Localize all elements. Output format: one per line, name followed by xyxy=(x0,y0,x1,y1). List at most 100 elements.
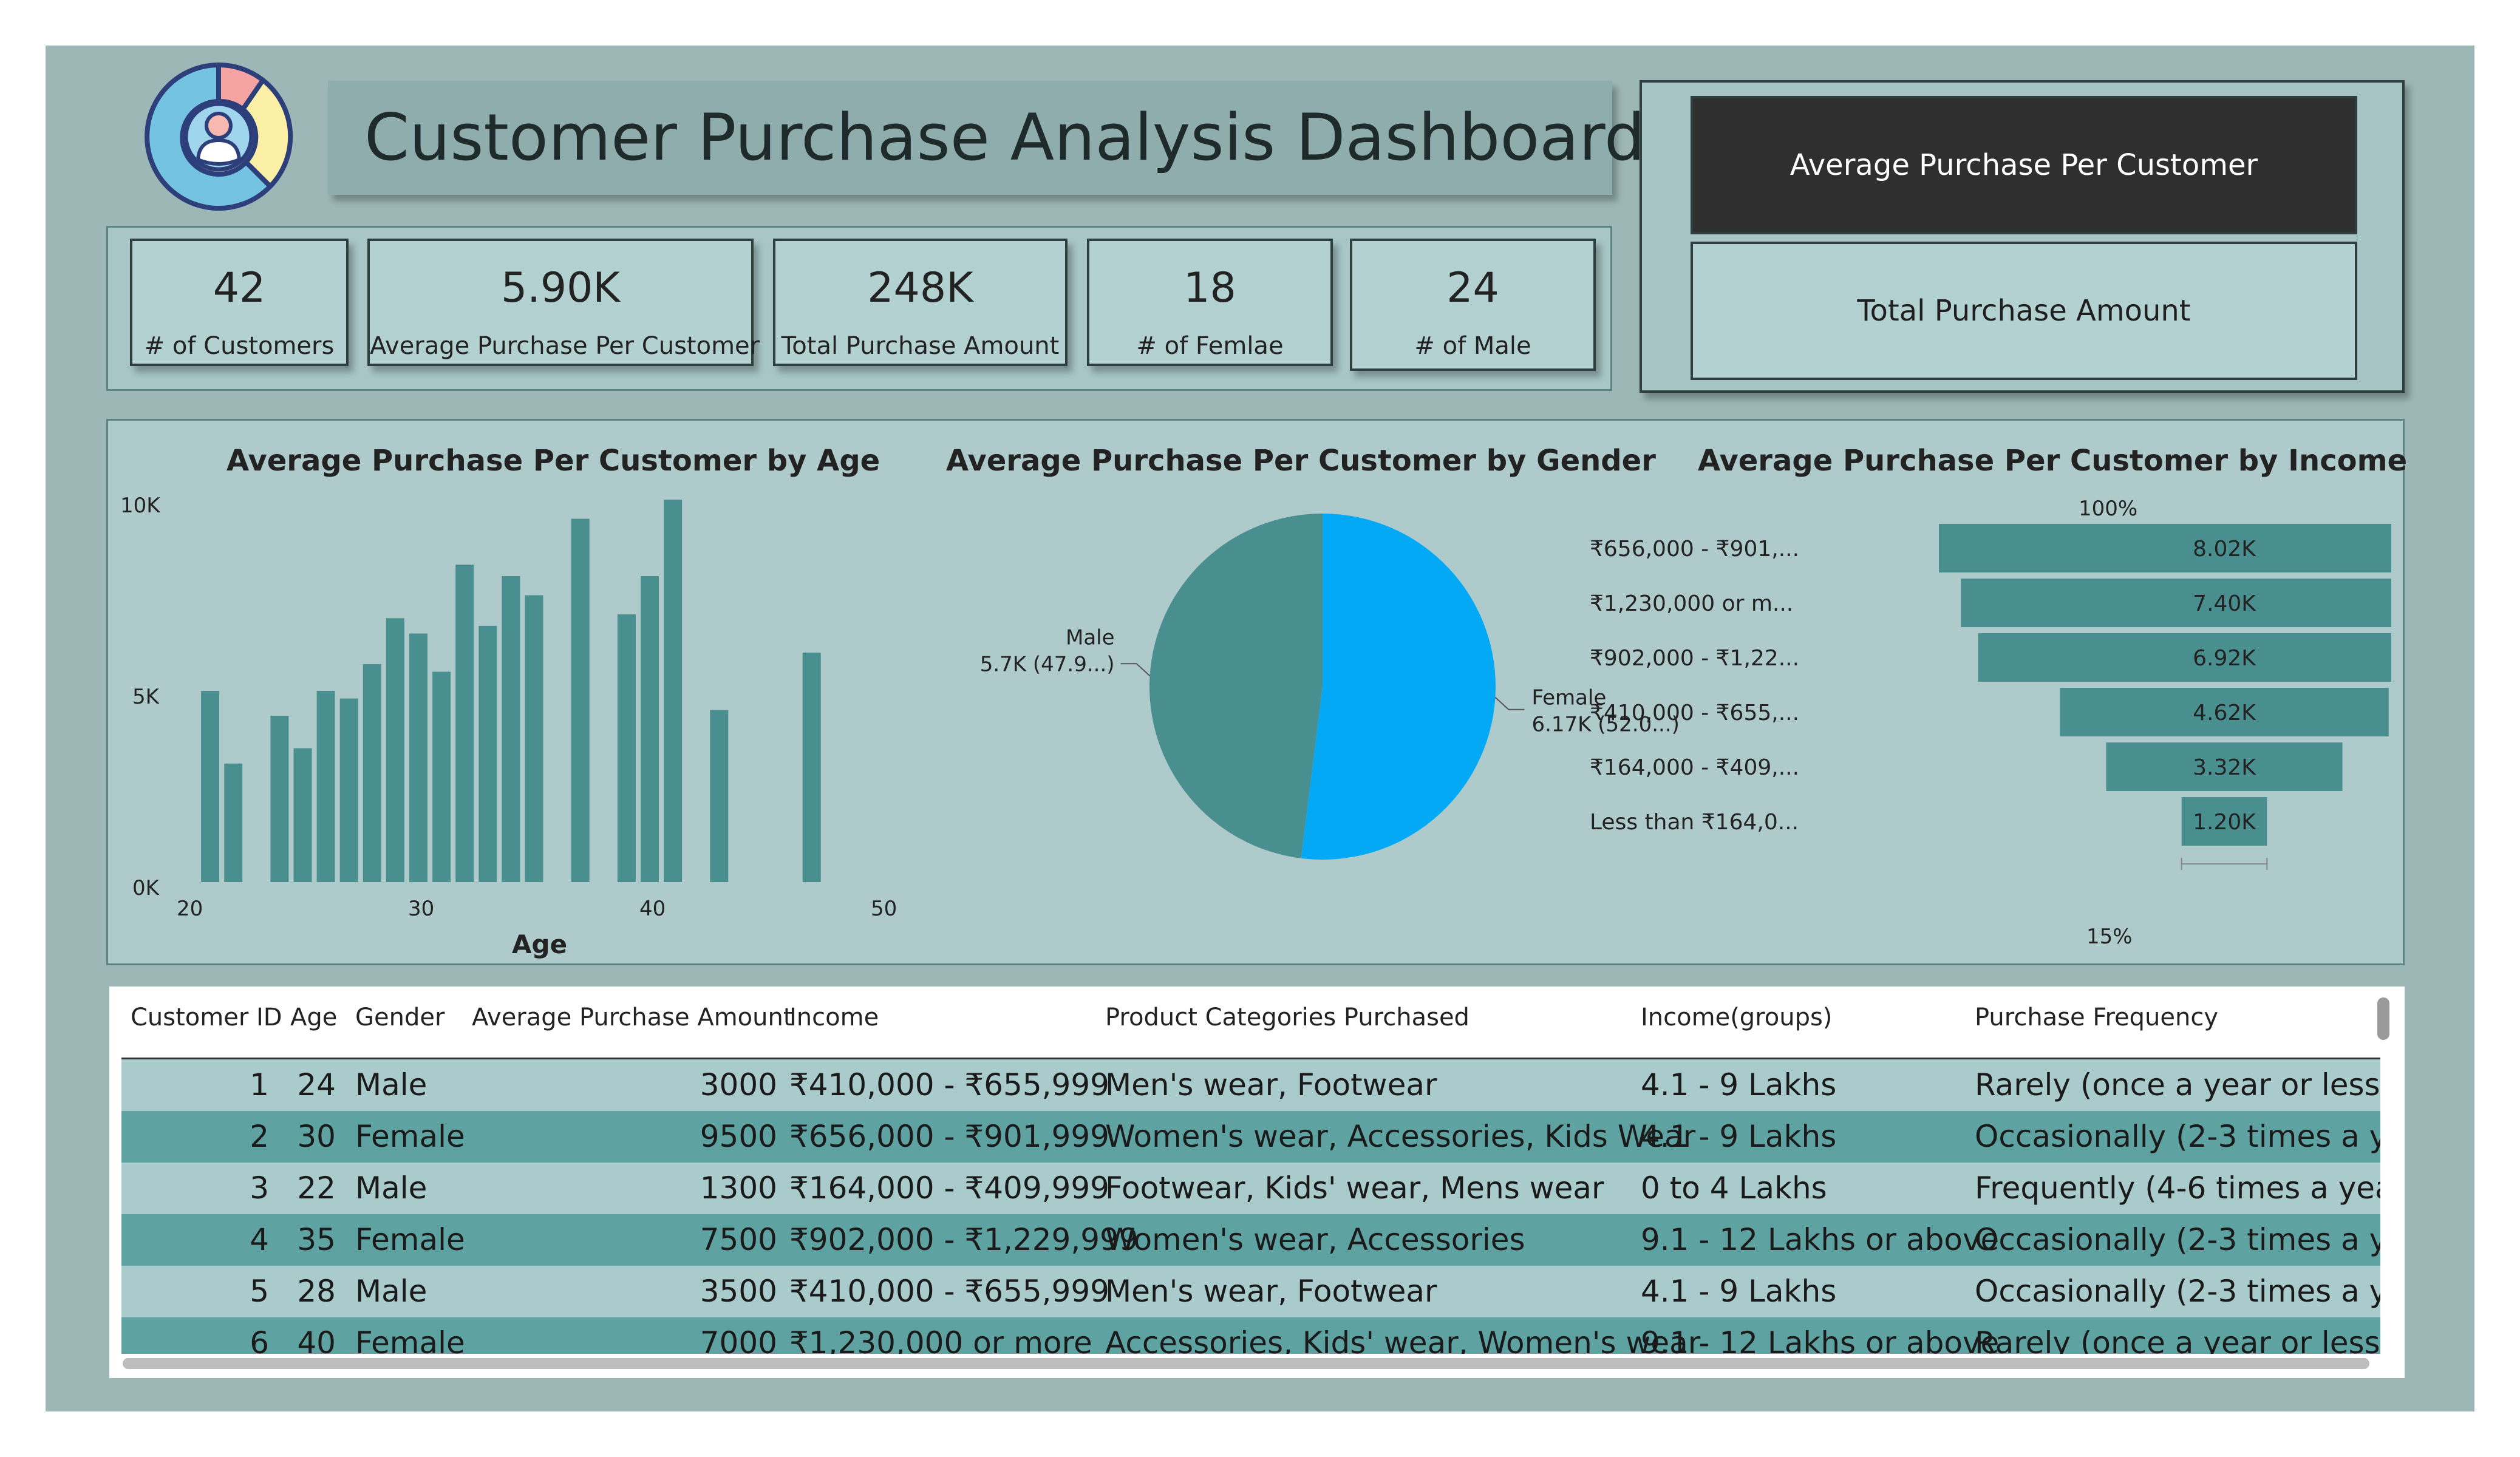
age-bar[interactable] xyxy=(224,763,243,882)
slicer-option-total-purchase[interactable]: Total Purchase Amount xyxy=(1691,242,2357,380)
cell-age: 35 xyxy=(297,1222,336,1257)
cell-income-group: 4.1 - 9 Lakhs xyxy=(1641,1274,1837,1309)
funnel-data-label: 3.32K xyxy=(2193,755,2256,780)
cell-avg-purchase: 7000 xyxy=(700,1325,777,1354)
cell-income-group: 0 to 4 Lakhs xyxy=(1641,1170,1827,1206)
table-row[interactable]: 1 24 Male 3000 ₹410,000 - ₹655,999 Men's… xyxy=(121,1059,2380,1111)
horizontal-scrollbar[interactable] xyxy=(123,1358,2369,1369)
column-header[interactable]: Purchase Frequency xyxy=(1975,1004,2218,1031)
age-bar[interactable] xyxy=(363,664,381,882)
column-header[interactable]: Average Purchase Amount xyxy=(472,1004,793,1031)
kpi-value: 18 xyxy=(1183,264,1236,312)
cell-age: 30 xyxy=(297,1119,336,1154)
kpi-label: # of Male xyxy=(1414,332,1531,360)
cell-purchase-frequency: Rarely (once a year or less) xyxy=(1975,1325,2380,1354)
kpi-card-total-purchase[interactable]: 248K Total Purchase Amount xyxy=(773,239,1068,366)
age-bar[interactable] xyxy=(293,748,312,883)
funnel-bar[interactable] xyxy=(1961,579,2391,627)
kpi-card-male[interactable]: 24 # of Male xyxy=(1350,239,1596,371)
age-bar[interactable] xyxy=(478,625,497,882)
cell-gender: Female xyxy=(355,1325,465,1354)
age-bar[interactable] xyxy=(641,576,659,882)
age-bar[interactable] xyxy=(455,565,474,882)
age-bar[interactable] xyxy=(386,618,404,882)
age-bar[interactable] xyxy=(409,633,427,883)
pie-slice-male[interactable] xyxy=(1149,514,1323,858)
age-bar[interactable] xyxy=(270,715,289,882)
age-bar[interactable] xyxy=(710,710,729,883)
cell-income: ₹656,000 - ₹901,999 xyxy=(789,1119,1109,1154)
age-bar[interactable] xyxy=(617,614,636,882)
x-tick-label: 20 xyxy=(177,897,203,921)
column-header[interactable]: Income(groups) xyxy=(1641,1004,1832,1031)
funnel-data-label: 7.40K xyxy=(2193,591,2256,616)
cell-gender: Male xyxy=(355,1170,427,1206)
table-row[interactable]: 6 40 Female 7000 ₹1,230,000 or more Acce… xyxy=(121,1317,2380,1354)
column-header[interactable]: Income xyxy=(789,1004,879,1031)
funnel-bar[interactable] xyxy=(1978,633,2391,682)
funnel-data-label: 6.92K xyxy=(2193,646,2256,671)
funnel-category-label: ₹656,000 - ₹901,... xyxy=(1590,537,1799,562)
kpi-value: 42 xyxy=(213,264,266,312)
kpi-card-customers[interactable]: 42 # of Customers xyxy=(130,239,349,366)
pie-category-label: Male xyxy=(1066,625,1115,650)
table-row[interactable]: 5 28 Male 3500 ₹410,000 - ₹655,999 Men's… xyxy=(121,1266,2380,1317)
funnel-category-label: Less than ₹164,0... xyxy=(1590,810,1799,835)
cell-product-categories: Men's wear, Footwear xyxy=(1105,1274,1437,1309)
funnel-top-percent: 100% xyxy=(2079,497,2138,521)
cell-avg-purchase: 1300 xyxy=(700,1170,777,1206)
cell-gender: Male xyxy=(355,1274,427,1309)
cell-income-group: 9.1 - 12 Lakhs or above xyxy=(1641,1222,2000,1257)
funnel-bar[interactable] xyxy=(1939,524,2391,572)
income-chart-title: Average Purchase Per Customer by Income xyxy=(1698,444,2408,478)
table-row[interactable]: 3 22 Male 1300 ₹164,000 - ₹409,999 Footw… xyxy=(121,1163,2380,1214)
cell-customer-id: 1 xyxy=(250,1067,269,1102)
slicer-option-average-purchase[interactable]: Average Purchase Per Customer xyxy=(1691,96,2357,234)
age-bar[interactable] xyxy=(316,691,335,882)
cell-age: 40 xyxy=(297,1325,336,1354)
column-header[interactable]: Product Categories Purchased xyxy=(1105,1004,1469,1031)
cell-gender: Female xyxy=(355,1119,465,1154)
customer-donut-logo-icon xyxy=(145,62,293,211)
age-bar[interactable] xyxy=(502,576,520,882)
age-chart-title: Average Purchase Per Customer by Age xyxy=(226,444,880,478)
x-tick-label: 30 xyxy=(408,897,435,921)
cell-avg-purchase: 7500 xyxy=(700,1222,777,1257)
table-row[interactable]: 2 30 Female 9500 ₹656,000 - ₹901,999 Wom… xyxy=(121,1111,2380,1163)
cell-purchase-frequency: Occasionally (2-3 times a year) xyxy=(1975,1222,2380,1257)
age-bar[interactable] xyxy=(525,595,543,883)
pie-slice-female[interactable] xyxy=(1301,514,1496,860)
cell-product-categories: Women's wear, Accessories, Kids Wear xyxy=(1105,1119,1696,1154)
age-bar[interactable] xyxy=(339,698,358,882)
cell-income: ₹1,230,000 or more xyxy=(789,1325,1092,1354)
kpi-value: 24 xyxy=(1446,264,1499,312)
cell-age: 24 xyxy=(297,1067,336,1102)
charts-panel: Average Purchase Per Customer by Age 10K… xyxy=(106,419,2408,965)
gender-chart-title: Average Purchase Per Customer by Gender xyxy=(946,444,1656,478)
age-bar[interactable] xyxy=(432,671,451,883)
cell-avg-purchase: 3500 xyxy=(700,1274,777,1309)
funnel-category-label: ₹410,000 - ₹655,... xyxy=(1590,701,1799,725)
column-header[interactable]: Age xyxy=(290,1004,337,1031)
vertical-scrollbar[interactable] xyxy=(2377,997,2389,1040)
table-row[interactable]: 4 35 Female 7500 ₹902,000 - ₹1,229,999 W… xyxy=(121,1214,2380,1266)
funnel-category-label: ₹1,230,000 or m... xyxy=(1590,591,1793,616)
kpi-card-female[interactable]: 18 # of Femlae xyxy=(1087,239,1333,366)
cell-income-group: 9.1 - 12 Lakhs or above xyxy=(1641,1325,2000,1354)
cell-age: 28 xyxy=(297,1274,336,1309)
age-bar-chart xyxy=(201,500,821,883)
cell-income-group: 4.1 - 9 Lakhs xyxy=(1641,1119,1837,1154)
cell-avg-purchase: 9500 xyxy=(700,1119,777,1154)
age-bar[interactable] xyxy=(802,653,821,882)
age-bar[interactable] xyxy=(571,518,590,883)
column-header[interactable]: Gender xyxy=(355,1004,444,1031)
column-header[interactable]: Customer ID xyxy=(131,1004,282,1031)
cell-customer-id: 2 xyxy=(250,1119,269,1154)
x-tick-label: 50 xyxy=(871,897,897,921)
kpi-label: Average Purchase Per Customer xyxy=(370,332,760,360)
cell-gender: Male xyxy=(355,1067,427,1102)
age-bar[interactable] xyxy=(664,500,683,882)
x-tick-label: 40 xyxy=(639,897,666,921)
kpi-card-average-purchase[interactable]: 5.90K Average Purchase Per Customer xyxy=(367,239,760,366)
age-bar[interactable] xyxy=(201,691,220,882)
